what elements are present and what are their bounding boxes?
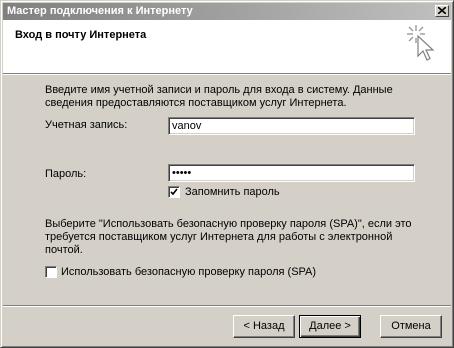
window-title: Мастер подключения к Интернету [7,5,193,17]
account-label: Учетная запись: [45,119,128,131]
close-icon [438,7,446,14]
page-title: Вход в почту Интернета [15,29,147,41]
wizard-sparkle-cursor-icon [407,25,435,61]
remember-password-label[interactable]: Запомнить пароль [185,186,280,199]
cancel-button[interactable]: Отмена [380,315,442,338]
footer-separator [3,305,451,307]
spa-checkbox[interactable] [45,266,57,278]
spa-label[interactable]: Использовать безопасную проверку пароля … [61,266,316,279]
password-input[interactable] [168,164,415,182]
back-button[interactable]: < Назад [233,315,295,338]
next-button[interactable]: Далее > [299,315,361,338]
close-button[interactable] [435,5,449,17]
wizard-header: Вход в почту Интернета [3,20,451,73]
remember-password-checkbox[interactable] [168,186,180,198]
wizard-window: Мастер подключения к Интернету Вход в по… [0,0,454,348]
password-label: Пароль: [45,168,87,180]
intro-text: Введите имя учетной записи и пароль для … [45,84,393,109]
title-bar[interactable]: Мастер подключения к Интернету [3,3,451,20]
checkmark-icon [170,188,178,196]
spa-info-text: Выберите "Использовать безопасную провер… [45,218,412,256]
header-separator [3,73,451,75]
account-name-input[interactable] [168,117,415,135]
